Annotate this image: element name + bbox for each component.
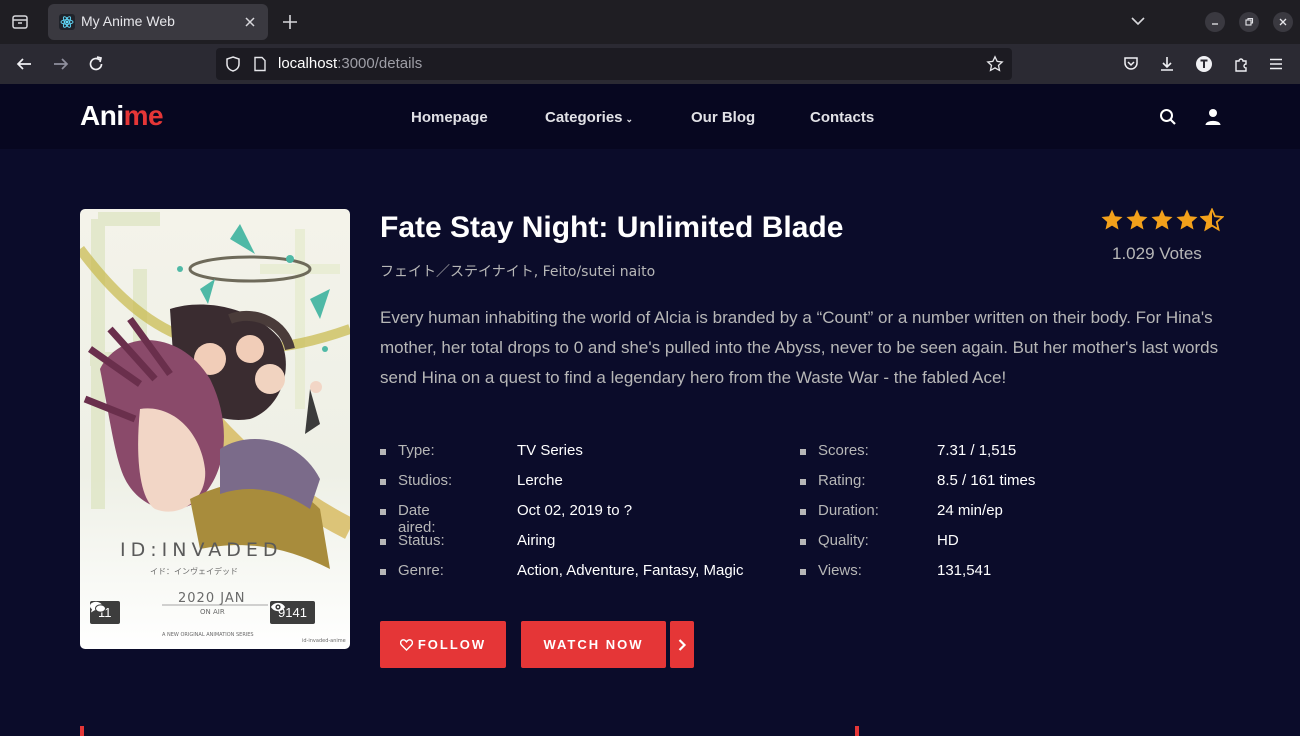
account-avatar-icon[interactable] bbox=[1194, 54, 1214, 74]
star-half-icon bbox=[1200, 208, 1224, 232]
comments-badge: 11 bbox=[90, 601, 120, 624]
site-header: Anime Homepage Categories ⌄ Our Blog Cont… bbox=[0, 84, 1300, 149]
anime-poster[interactable]: ID:INVADED イド：インヴェイデッド 2020 JAN ON AIR A… bbox=[80, 209, 350, 649]
votes-count: 1.029 Votes bbox=[1112, 244, 1202, 263]
search-icon[interactable] bbox=[1159, 108, 1177, 126]
site-logo[interactable]: Anime bbox=[80, 100, 164, 132]
anime-description: Every human inhabiting the world of Alci… bbox=[380, 308, 1219, 387]
section-accent-line bbox=[80, 726, 84, 736]
forward-arrow-icon[interactable] bbox=[51, 54, 71, 74]
new-tab-icon[interactable] bbox=[280, 12, 300, 32]
watch-now-button[interactable]: WATCH NOW bbox=[521, 621, 666, 668]
minimize-window-icon[interactable] bbox=[1205, 12, 1225, 32]
react-favicon-icon bbox=[59, 14, 75, 30]
anime-alt-title: フェイト／ステイナイト, Feito/sutei naito bbox=[380, 264, 656, 280]
star-full-icon bbox=[1101, 209, 1123, 230]
star-full-icon bbox=[1126, 209, 1148, 230]
url-text[interactable]: localhost:3000/details bbox=[278, 55, 422, 72]
tab-list-icon[interactable] bbox=[9, 11, 31, 33]
follow-button[interactable]: FOLLOW bbox=[380, 621, 506, 668]
tab-title: My Anime Web bbox=[81, 13, 175, 29]
browser-tab[interactable]: My Anime Web bbox=[48, 4, 268, 40]
poster-logo-text: ID:INVADED bbox=[120, 539, 283, 561]
browser-nav-bar: localhost:3000/details bbox=[0, 44, 1300, 84]
extensions-icon[interactable] bbox=[1231, 54, 1251, 74]
poster-date: 2020 JAN bbox=[178, 591, 245, 606]
chevron-down-icon[interactable] bbox=[1130, 13, 1146, 29]
anime-title: Fate Stay Night: Unlimited Blade bbox=[380, 211, 844, 244]
nav-homepage[interactable]: Homepage bbox=[411, 109, 488, 126]
chevron-down-icon: ⌄ bbox=[625, 114, 634, 124]
downloads-icon[interactable] bbox=[1157, 54, 1177, 74]
restore-window-icon[interactable] bbox=[1239, 12, 1259, 32]
chevron-right-icon bbox=[678, 638, 687, 651]
bookmark-star-icon[interactable] bbox=[986, 55, 1004, 73]
back-arrow-icon[interactable] bbox=[14, 54, 34, 74]
nav-our-blog[interactable]: Our Blog bbox=[691, 109, 755, 126]
nav-contacts[interactable]: Contacts bbox=[810, 109, 874, 126]
user-icon[interactable] bbox=[1204, 108, 1222, 126]
pocket-icon[interactable] bbox=[1121, 54, 1141, 74]
eye-icon bbox=[271, 602, 285, 612]
comments-icon bbox=[90, 601, 106, 613]
poster-artwork: ID:INVADED イド：インヴェイデッド 2020 JAN ON AIR A… bbox=[80, 212, 350, 644]
browser-tab-bar: My Anime Web bbox=[0, 0, 1300, 44]
reload-icon[interactable] bbox=[86, 54, 106, 74]
nav-categories[interactable]: Categories ⌄ bbox=[545, 109, 633, 126]
tab-close-icon[interactable] bbox=[242, 14, 258, 30]
star-full-icon bbox=[1176, 209, 1198, 230]
section-accent-line bbox=[855, 726, 859, 736]
page-icon bbox=[252, 56, 268, 72]
poster-footer: A NEW ORIGINAL ANIMATION SERIES bbox=[162, 632, 254, 638]
close-window-icon[interactable] bbox=[1273, 12, 1293, 32]
poster-handle: id-invaded-anime bbox=[302, 638, 346, 644]
hamburger-menu-icon[interactable] bbox=[1266, 54, 1286, 74]
poster-logo-subtext: イド：インヴェイデッド bbox=[150, 566, 238, 576]
rating-stars bbox=[1100, 208, 1224, 232]
views-badge: 9141 bbox=[270, 601, 315, 624]
heart-icon bbox=[399, 638, 413, 651]
watch-now-arrow-button[interactable] bbox=[670, 621, 694, 668]
shield-icon[interactable] bbox=[224, 55, 242, 73]
star-full-icon bbox=[1151, 209, 1173, 230]
poster-onair: ON AIR bbox=[200, 608, 225, 616]
address-bar[interactable]: localhost:3000/details bbox=[216, 48, 1012, 80]
